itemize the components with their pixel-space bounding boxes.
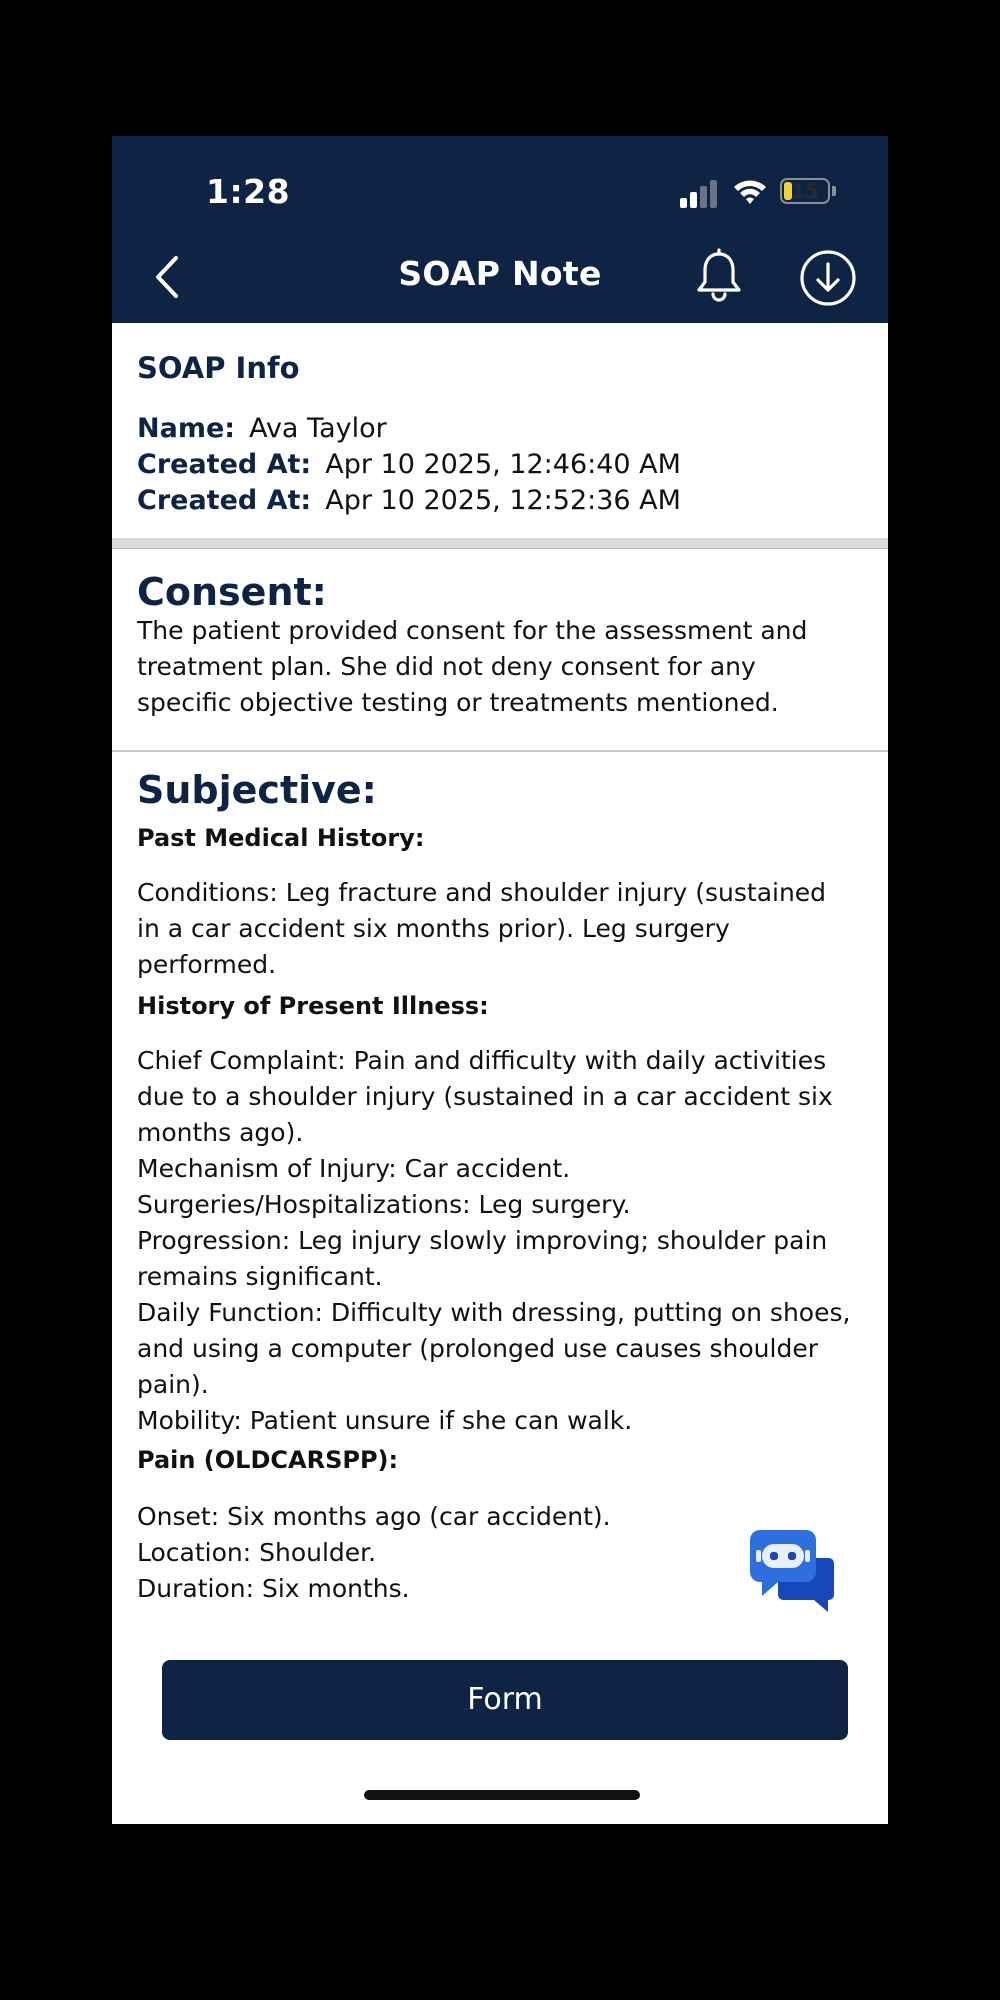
chatbot-icon[interactable] bbox=[748, 1528, 836, 1614]
created-at-label: Created At: bbox=[137, 449, 312, 480]
created-at-value: Apr 10 2025, 12:46:40 AM bbox=[325, 449, 681, 480]
subjective-heading: Subjective: bbox=[137, 768, 377, 812]
cellular-signal-icon bbox=[680, 180, 717, 208]
hpi-line: months ago). bbox=[137, 1118, 304, 1147]
page-title: SOAP Note bbox=[398, 254, 602, 293]
app-header: 1:28 15 SOAP Note bbox=[112, 136, 888, 323]
battery-icon: 15 bbox=[780, 178, 830, 204]
past-medical-history-heading: Past Medical History: bbox=[137, 824, 425, 852]
consent-line: The patient provided consent for the ass… bbox=[137, 616, 808, 645]
hpi-line: pain). bbox=[137, 1370, 209, 1399]
hpi-line: Daily Function: Difficulty with dressing… bbox=[137, 1298, 851, 1327]
phone-screen: 1:28 15 SOAP Note SOAP Info Name: Ava Ta… bbox=[112, 136, 888, 1824]
bell-icon[interactable] bbox=[694, 248, 744, 304]
hpi-line: Mobility: Patient unsure if she can walk… bbox=[137, 1406, 633, 1435]
hpi-line: due to a shoulder injury (sustained in a… bbox=[137, 1082, 833, 1111]
section-divider bbox=[112, 538, 888, 549]
battery-tip bbox=[832, 186, 836, 196]
form-button[interactable]: Form bbox=[162, 1660, 848, 1740]
download-circle-icon[interactable] bbox=[798, 248, 858, 308]
name-label: Name: bbox=[137, 413, 236, 444]
soap-info-section: SOAP Info Name: Ava Taylor Created At: Apr… bbox=[112, 323, 888, 538]
name-row: Name: Ava Taylor bbox=[137, 413, 387, 444]
consent-line: treatment plan. She did not deny consent… bbox=[137, 652, 756, 681]
hpi-line: Surgeries/Hospitalizations: Leg surgery. bbox=[137, 1190, 631, 1219]
battery-percentage: 15 bbox=[791, 179, 819, 203]
hpi-line: remains significant. bbox=[137, 1262, 383, 1291]
section-divider bbox=[112, 750, 888, 752]
created-at-row: Created At: Apr 10 2025, 12:46:40 AM bbox=[137, 449, 681, 480]
wifi-icon bbox=[734, 180, 766, 204]
pmh-line: performed. bbox=[137, 950, 277, 979]
updated-at-row: Created At: Apr 10 2025, 12:52:36 AM bbox=[137, 485, 681, 516]
pain-heading: Pain (OLDCARSPP): bbox=[137, 1446, 399, 1474]
consent-line: specific objective testing or treatments… bbox=[137, 688, 779, 717]
pain-line: Location: Shoulder. bbox=[137, 1538, 377, 1567]
hpi-line: Chief Complaint: Pain and difficulty wit… bbox=[137, 1046, 827, 1075]
pmh-line: in a car accident six months prior). Leg… bbox=[137, 914, 730, 943]
status-time: 1:28 bbox=[206, 172, 291, 211]
name-value: Ava Taylor bbox=[249, 413, 387, 444]
updated-at-label: Created At: bbox=[137, 485, 312, 516]
soap-info-heading: SOAP Info bbox=[137, 351, 300, 385]
history-present-illness-heading: History of Present Illness: bbox=[137, 992, 489, 1020]
pmh-line: Conditions: Leg fracture and shoulder in… bbox=[137, 878, 827, 907]
updated-at-value: Apr 10 2025, 12:52:36 AM bbox=[325, 485, 681, 516]
hpi-line: and using a computer (prolonged use caus… bbox=[137, 1334, 819, 1363]
home-indicator[interactable] bbox=[364, 1790, 640, 1800]
consent-heading: Consent: bbox=[137, 570, 327, 614]
pain-line: Onset: Six months ago (car accident). bbox=[137, 1502, 611, 1531]
pain-line: Duration: Six months. bbox=[137, 1574, 410, 1603]
hpi-line: Progression: Leg injury slowly improving… bbox=[137, 1226, 828, 1255]
hpi-line: Mechanism of Injury: Car accident. bbox=[137, 1154, 571, 1183]
